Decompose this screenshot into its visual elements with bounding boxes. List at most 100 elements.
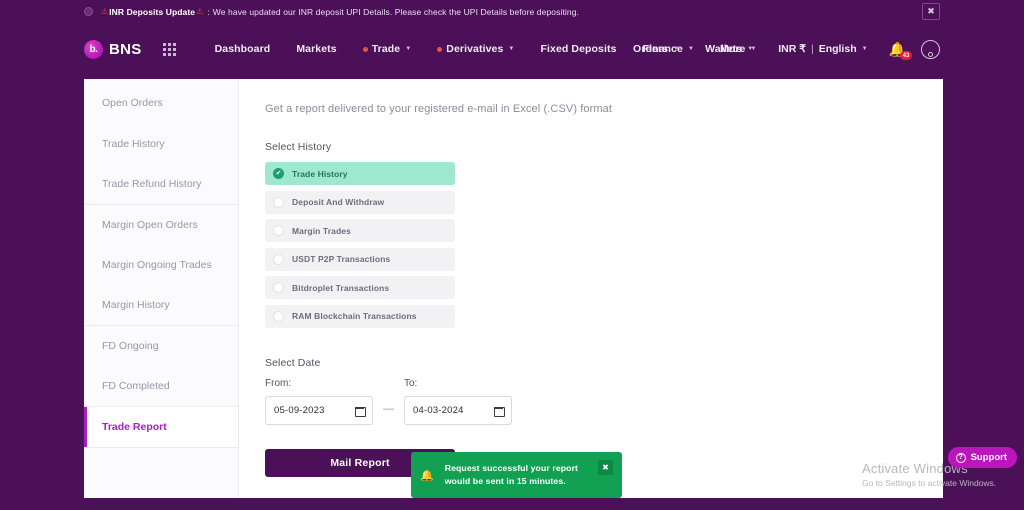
option-label: USDT P2P Transactions [292, 254, 391, 264]
bell-icon: 🔔 [420, 469, 434, 482]
nav-item-fixed-deposits[interactable]: Fixed Deposits [527, 43, 629, 55]
from-date-input[interactable]: 05-09-2023 [265, 395, 373, 425]
to-date-input[interactable]: 04-03-2024 [404, 395, 512, 425]
to-label: To: [404, 377, 418, 389]
main-navbar: b. BNS Dashboard Markets Trade ▼ Derivat… [0, 23, 1024, 75]
sidebar-item-label: Margin History [102, 299, 170, 312]
sidebar-item-margin-ongoing-trades[interactable]: Margin Ongoing Trades [84, 245, 238, 286]
nav-label: Fixed Deposits [540, 43, 617, 55]
nav-label: Wallets [705, 43, 743, 55]
announcement-bar: ⚠ INR Deposits Update ⚠ : We have update… [0, 0, 1024, 23]
announcement-title: INR Deposits Update [109, 6, 196, 17]
announcement-message: We have updated our INR deposit UPI Deta… [212, 6, 580, 17]
sidebar-item-fd-completed[interactable]: FD Completed [84, 367, 238, 407]
option-label: Bitdroplet Transactions [292, 282, 390, 293]
nav-label: Orders [633, 43, 669, 55]
to-date-value: 04-03-2024 [413, 404, 464, 416]
currency-language-selector[interactable]: INR ₹ | English ▼ [766, 43, 879, 55]
nav-item-dashboard[interactable]: Dashboard [202, 43, 284, 55]
nav-label: Dashboard [214, 43, 271, 55]
support-button[interactable]: ? Support [947, 447, 1017, 468]
brand-logo[interactable]: b. BNS [84, 39, 142, 59]
sidebar-item-label: FD Ongoing [102, 340, 159, 353]
history-option-deposit-and-withdraw[interactable]: Deposit And Withdraw [265, 190, 455, 214]
radio-icon [273, 282, 284, 293]
option-label: Deposit And Withdraw [292, 197, 385, 207]
success-toast: 🔔 Request successful your report would b… [411, 452, 622, 498]
sidebar-item-trade-report[interactable]: Trade Report [84, 407, 238, 448]
notifications-button[interactable]: 🔔 43 [880, 42, 915, 60]
sidebar-item-margin-open-orders[interactable]: Margin Open Orders [84, 205, 238, 246]
select-history-label: Select History [265, 141, 332, 153]
nav-item-trade[interactable]: Trade ▼ [350, 43, 425, 55]
nav-item-wallets[interactable]: Wallets ▼ [692, 43, 766, 55]
chevron-down-icon: ▼ [861, 46, 868, 52]
chevron-down-icon: ▼ [673, 46, 680, 52]
history-option-margin-trades[interactable]: Margin Trades [265, 219, 455, 242]
nav-label: Trade [371, 43, 401, 55]
sidebar-item-fd-ongoing[interactable]: FD Ongoing [84, 326, 238, 367]
history-option-ram-blockchain-transactions[interactable]: RAM Blockchain Transactions [265, 304, 455, 328]
panel-description: Get a report delivered to your registere… [265, 103, 613, 115]
nav-label: Derivatives [446, 43, 504, 55]
sidebar-menu: Open Orders Trade History Trade Refund H… [84, 79, 239, 498]
sidebar-item-open-orders[interactable]: Open Orders [84, 83, 238, 124]
navbar-right-group: Orders ▼ Wallets ▼ INR ₹ | English ▼ 🔔 4… [620, 23, 940, 75]
sidebar-item-label: Trade History [102, 137, 165, 150]
watermark-subtitle: Go to Settings to activate Windows. [862, 478, 997, 488]
radio-icon [273, 225, 284, 236]
chevron-down-icon: ▼ [747, 46, 754, 52]
check-circle-icon: ✔ [273, 168, 284, 179]
announcement-separator: : [207, 6, 210, 17]
calendar-icon[interactable] [355, 406, 366, 417]
date-range-row: From: 05-09-2023 — To: 04-03-2024 [265, 378, 943, 425]
history-option-bitdroplet-transactions[interactable]: Bitdroplet Transactions [265, 276, 455, 299]
separator: | [810, 43, 814, 55]
history-option-list: ✔ Trade History Deposit And Withdraw Mar… [265, 162, 943, 328]
announcement-close-button[interactable]: ✖ [922, 3, 940, 20]
sidebar-item-label: Margin Ongoing Trades [102, 259, 212, 272]
nav-item-orders[interactable]: Orders ▼ [620, 43, 692, 55]
chevron-down-icon: ▼ [405, 46, 412, 52]
select-date-label: Select Date [265, 356, 321, 369]
history-option-trade-history[interactable]: ✔ Trade History [265, 162, 455, 185]
close-icon: ✖ [602, 463, 609, 472]
notification-count-badge: 43 [900, 51, 912, 60]
date-range-section: Select Date From: 05-09-2023 — To: 04-03… [265, 357, 943, 425]
sidebar-item-trade-refund-history[interactable]: Trade Refund History [84, 164, 238, 205]
radio-icon [273, 196, 284, 208]
support-label: Support [970, 452, 1007, 463]
history-option-usdt-p2p-transactions[interactable]: USDT P2P Transactions [265, 247, 455, 271]
help-circle-icon: ? [955, 452, 966, 463]
account-avatar-button[interactable] [921, 39, 940, 59]
toast-close-button[interactable]: ✖ [598, 460, 613, 475]
announcement-bullet-icon [84, 7, 93, 16]
radio-icon [273, 253, 284, 265]
radio-icon [273, 310, 284, 322]
nav-item-derivatives[interactable]: Derivatives ▼ [424, 43, 527, 55]
content-card: Open Orders Trade History Trade Refund H… [84, 79, 943, 498]
chevron-down-icon: ▼ [508, 46, 515, 52]
option-label: RAM Blockchain Transactions [292, 311, 417, 321]
nav-item-markets[interactable]: Markets [283, 43, 349, 55]
close-icon: ✖ [927, 6, 935, 16]
trade-report-panel: Get a report delivered to your registere… [239, 79, 943, 498]
calendar-icon[interactable] [494, 406, 505, 417]
language-label: English [818, 43, 857, 55]
warning-icon-left: ⚠ [101, 7, 109, 16]
sidebar-item-label: Margin Open Orders [102, 218, 198, 231]
from-date-group: From: 05-09-2023 [265, 378, 373, 425]
sidebar-item-label: Open Orders [102, 97, 163, 110]
user-icon [928, 51, 933, 57]
alert-dot-icon [362, 46, 368, 52]
sidebar-item-margin-history[interactable]: Margin History [84, 286, 238, 326]
app-page: ⚠ INR Deposits Update ⚠ : We have update… [0, 0, 1024, 510]
warning-icon-right: ⚠ [196, 7, 204, 16]
sidebar-item-trade-history[interactable]: Trade History [84, 124, 238, 165]
option-label: Trade History [292, 168, 348, 179]
to-date-group: To: 04-03-2024 [404, 378, 512, 425]
option-label: Margin Trades [292, 225, 351, 236]
apps-grid-icon[interactable] [162, 42, 176, 56]
nav-label: Markets [296, 43, 337, 55]
currency-label: INR ₹ [778, 43, 806, 55]
